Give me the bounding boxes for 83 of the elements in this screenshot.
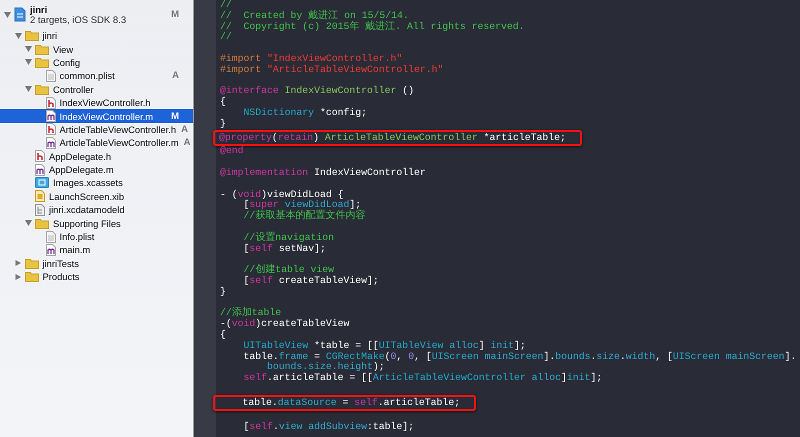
file-item[interactable]: Images.xcassets bbox=[0, 176, 193, 190]
disclosure-triangle[interactable] bbox=[4, 12, 11, 18]
code-line: @property(retain) ArticleTableViewController *articleTable; bbox=[219, 132, 566, 143]
file-icon bbox=[46, 136, 56, 149]
status-label: M bbox=[170, 9, 179, 20]
code-line: } bbox=[220, 286, 226, 297]
folder-icon bbox=[35, 84, 49, 95]
status-label: A bbox=[171, 70, 179, 82]
folder-item[interactable]: Config bbox=[0, 56, 193, 70]
code-line: //设置navigation bbox=[242, 232, 334, 243]
disclosure-triangle[interactable] bbox=[14, 274, 22, 280]
file-icon bbox=[46, 110, 56, 122]
code-line: // bbox=[220, 31, 232, 42]
file-icon bbox=[46, 123, 56, 136]
file-icon bbox=[35, 164, 45, 176]
file-icon bbox=[46, 96, 56, 109]
code-line: [self setNav]; bbox=[242, 242, 326, 254]
code-line: // Copyright (c) 2015年 戴进江. All rights reserved. bbox=[220, 20, 525, 32]
folder-icon bbox=[24, 30, 38, 42]
folder-item[interactable]: jinri bbox=[0, 29, 193, 42]
file-item[interactable]: Info.plist bbox=[0, 230, 193, 244]
project-item[interactable]: jinri 2 targets, iOS SDK 8.3 M bbox=[0, 2, 193, 27]
image-icon bbox=[35, 177, 49, 188]
folder-item[interactable]: Supporting Files bbox=[0, 216, 193, 230]
document-icon bbox=[46, 70, 56, 82]
status-label: A bbox=[182, 137, 191, 148]
code-line: #import "ArticleTableViewController.h" bbox=[220, 64, 444, 75]
file-item[interactable]: LaunchScreen.xib bbox=[0, 190, 193, 204]
code-line: NSDictionary *config; bbox=[242, 106, 367, 118]
disclosure-triangle[interactable] bbox=[25, 220, 32, 226]
code-line: UITableView *table = [[UITableView alloc] init]; bbox=[242, 340, 526, 351]
code-line: //创建table view bbox=[242, 264, 334, 276]
code-line: [self.view addSubview:table]; bbox=[242, 421, 414, 432]
code-line: } bbox=[220, 118, 226, 129]
document-icon bbox=[35, 190, 45, 202]
code-line: // bbox=[220, 0, 232, 10]
folder-icon bbox=[35, 56, 49, 68]
code-line: [self createTableView]; bbox=[242, 274, 379, 286]
disclosure-triangle[interactable] bbox=[14, 260, 22, 266]
code-line: - (void)viewDidLoad { bbox=[220, 188, 344, 200]
file-icon bbox=[46, 244, 56, 256]
project-icon bbox=[14, 7, 26, 22]
code-line: self.articleTable = [[ArticleTableViewController alloc]init]; bbox=[242, 372, 602, 384]
code-line: //添加table bbox=[220, 307, 282, 318]
status-label: A bbox=[180, 124, 188, 135]
folder-item[interactable]: Products bbox=[0, 270, 193, 284]
folder-icon bbox=[24, 271, 38, 282]
file-item[interactable]: AppDelegate.h bbox=[0, 150, 193, 163]
folder-item[interactable]: View bbox=[0, 42, 193, 56]
file-item[interactable]: IndexViewController.h bbox=[0, 96, 193, 110]
file-item[interactable]: common.plist A bbox=[0, 69, 193, 83]
file-item[interactable]: IndexViewController.m M bbox=[0, 109, 193, 123]
code-line: { bbox=[220, 328, 226, 340]
code-line: { bbox=[220, 96, 226, 108]
code-line: @interface IndexViewController () bbox=[220, 85, 414, 96]
code-line: table.dataSource = self.articleTable; bbox=[242, 396, 460, 408]
disclosure-triangle[interactable] bbox=[25, 59, 32, 66]
file-item[interactable]: AppDelegate.m bbox=[0, 162, 193, 176]
status-label: M bbox=[170, 110, 179, 122]
folder-icon bbox=[35, 44, 49, 55]
disclosure-triangle[interactable] bbox=[14, 32, 22, 39]
code-line: //获取基本的配置文件内容 bbox=[242, 210, 366, 222]
code-line: // Created by 戴进江 on 15/5/14. bbox=[220, 10, 409, 21]
file-item[interactable]: ArticleTableViewController.h A bbox=[0, 122, 193, 136]
file-item[interactable]: ArticleTableViewController.m A bbox=[0, 136, 193, 150]
file-icon bbox=[35, 150, 45, 162]
code-line: table.frame = CGRectMake(0, 0, [UIScreen mainScreen].bounds.size.width, [UIScreen mainScreen]. bbox=[242, 350, 796, 362]
code-line: -(void)createTableView bbox=[220, 318, 350, 330]
file-item[interactable]: main.m bbox=[0, 243, 193, 257]
code-line: #import "IndexViewController.h" bbox=[220, 52, 402, 64]
document-icon bbox=[35, 204, 45, 216]
code-line: @implementation IndexViewController bbox=[220, 166, 426, 178]
disclosure-triangle[interactable] bbox=[25, 46, 32, 52]
folder-icon bbox=[35, 218, 49, 229]
code-line: [super viewDidLoad]; bbox=[242, 199, 362, 210]
code-line: bounds.size.height); bbox=[266, 361, 385, 372]
folder-item[interactable]: jinriTests bbox=[0, 256, 193, 270]
document-icon bbox=[46, 230, 56, 243]
folder-item[interactable]: Controller bbox=[0, 82, 193, 96]
code-line: @end bbox=[220, 145, 244, 156]
folder-icon bbox=[24, 258, 38, 269]
file-item[interactable]: jinri.xcdatamodeld bbox=[0, 203, 193, 216]
disclosure-triangle[interactable] bbox=[25, 86, 32, 92]
